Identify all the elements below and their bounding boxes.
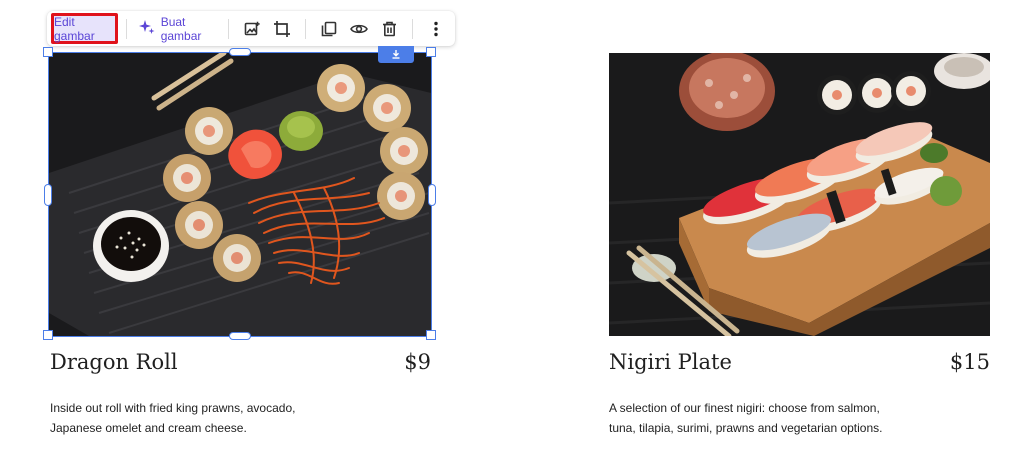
resize-handle-bottom-left[interactable] [43, 330, 53, 340]
toolbar-divider [125, 18, 127, 39]
create-image-label: Buat gambar [160, 14, 202, 43]
dragon-roll-image[interactable] [49, 53, 431, 336]
crop-icon [273, 20, 291, 38]
image-toolbar: Edit gambar Buat gambar [47, 11, 455, 46]
more-vertical-icon [434, 21, 438, 37]
item-price-nigiri-plate: $15 [949, 350, 990, 374]
item-title-nigiri-plate: Nigiri Plate [609, 350, 732, 374]
description-line: Japanese omelet and cream cheese. [50, 421, 247, 435]
item-description-dragon-roll: Inside out roll with fried king prawns, … [50, 398, 350, 438]
duplicate-icon [321, 21, 337, 37]
resize-handle-bottom[interactable] [229, 332, 251, 340]
resize-handle-left[interactable] [44, 184, 52, 206]
resize-handle-right[interactable] [428, 184, 436, 206]
item-price-dragon-roll: $9 [404, 350, 431, 374]
resize-handle-top-right[interactable] [426, 47, 436, 57]
toolbar-divider [412, 18, 414, 39]
nigiri-plate-image[interactable] [609, 53, 990, 336]
trash-icon [382, 21, 397, 37]
duplicate-button[interactable] [317, 15, 341, 43]
item-title-dragon-roll: Dragon Roll [50, 350, 178, 374]
item-description-nigiri-plate: A selection of our finest nigiri: choose… [609, 398, 929, 438]
edit-image-button[interactable]: Edit gambar [51, 13, 118, 44]
eye-icon [350, 22, 369, 36]
delete-button[interactable] [377, 15, 401, 43]
toolbar-divider [305, 18, 307, 39]
resize-handle-top-left[interactable] [43, 47, 53, 57]
edit-image-label: Edit gambar [54, 14, 95, 43]
description-line: A selection of our finest nigiri: choose… [609, 401, 880, 415]
image-adjust-icon [244, 21, 260, 37]
nigiri-plate-photo [609, 53, 990, 336]
description-line: tuna, tilapia, surimi, prawns and vegeta… [609, 421, 883, 435]
more-options-button[interactable] [424, 15, 448, 43]
preview-button[interactable] [347, 15, 371, 43]
dragon-roll-photo [49, 53, 431, 336]
description-line: Inside out roll with fried king prawns, … [50, 401, 296, 415]
download-button[interactable] [378, 46, 414, 63]
create-image-button[interactable]: Buat gambar [135, 15, 221, 43]
crop-button[interactable] [270, 15, 294, 43]
sparkle-icon [138, 19, 155, 38]
toolbar-divider [228, 18, 230, 39]
resize-handle-top[interactable] [229, 48, 251, 56]
resize-handle-bottom-right[interactable] [426, 330, 436, 340]
download-icon [391, 46, 401, 64]
image-adjust-button[interactable] [240, 15, 264, 43]
